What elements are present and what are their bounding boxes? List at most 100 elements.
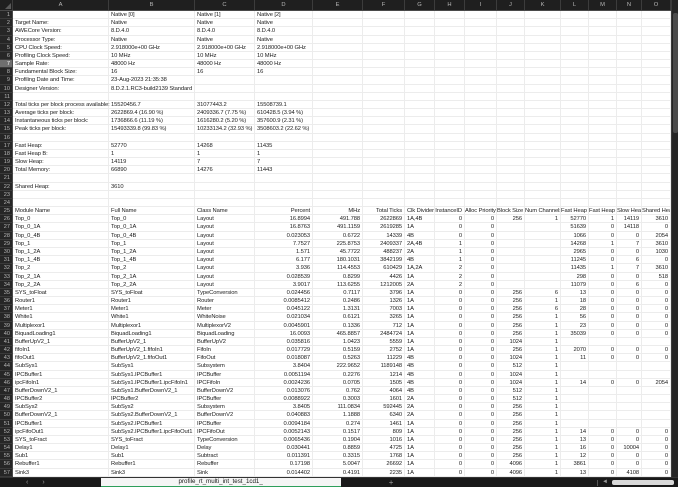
cell[interactable]: 0 xyxy=(642,330,671,338)
cell[interactable] xyxy=(497,44,525,52)
cell[interactable] xyxy=(561,150,589,158)
cell[interactable]: AWECore Version: xyxy=(13,27,109,35)
column-header[interactable]: J xyxy=(497,0,525,10)
cell[interactable] xyxy=(617,420,642,428)
cell[interactable]: 4426 xyxy=(363,273,405,281)
cell[interactable] xyxy=(465,101,497,109)
cell[interactable]: TypeConversion xyxy=(195,436,255,444)
cell[interactable]: Profiling Clock Speed: xyxy=(13,52,109,60)
cell[interactable]: ipcFifoOut1 xyxy=(13,428,109,436)
cell[interactable] xyxy=(195,93,255,101)
cell[interactable]: 14 xyxy=(561,379,589,387)
cell[interactable]: 0 xyxy=(435,403,465,411)
column-header[interactable]: A xyxy=(13,0,109,10)
cell[interactable] xyxy=(642,166,671,174)
cell[interactable]: 592445 xyxy=(363,403,405,411)
cell[interactable] xyxy=(642,362,671,370)
column-header[interactable]: F xyxy=(363,0,405,10)
cell[interactable]: 0 xyxy=(642,281,671,289)
column-header[interactable]: L xyxy=(561,0,589,10)
cell[interactable] xyxy=(465,109,497,117)
cell[interactable]: Layout xyxy=(195,273,255,281)
add-sheet-button[interactable]: + xyxy=(381,478,402,487)
cell[interactable]: 1 xyxy=(525,436,561,444)
cell[interactable] xyxy=(435,27,465,35)
cell[interactable]: 1A xyxy=(405,305,435,313)
cell[interactable]: 0 xyxy=(589,330,617,338)
cell[interactable] xyxy=(313,11,363,19)
cell[interactable]: Total ticks per block process available: xyxy=(13,101,109,109)
cell[interactable]: 0 xyxy=(642,313,671,321)
cell[interactable]: Meter1 xyxy=(13,305,109,313)
cell[interactable] xyxy=(617,60,642,68)
cell[interactable]: 1 xyxy=(525,362,561,370)
row-header[interactable]: 31 xyxy=(0,256,13,264)
cell[interactable] xyxy=(465,166,497,174)
cell[interactable]: 1616280.2 (5.20 %) xyxy=(195,117,255,125)
cell[interactable] xyxy=(313,125,363,133)
cell[interactable]: 1A xyxy=(405,436,435,444)
cell[interactable]: 11079 xyxy=(561,281,589,289)
cell[interactable]: 4B xyxy=(405,354,435,362)
cell[interactable] xyxy=(589,183,617,191)
cell[interactable] xyxy=(363,93,405,101)
row-header[interactable]: 37 xyxy=(0,305,13,313)
cell[interactable] xyxy=(13,174,109,182)
cell[interactable] xyxy=(617,395,642,403)
cell[interactable]: 4B xyxy=(405,379,435,387)
cell[interactable] xyxy=(435,36,465,44)
cell[interactable]: 0 xyxy=(642,346,671,354)
cell[interactable] xyxy=(617,174,642,182)
row-header[interactable]: 39 xyxy=(0,322,13,330)
cell[interactable]: 1 xyxy=(589,215,617,223)
cell[interactable] xyxy=(363,76,405,84)
cell[interactable]: 0.045122 xyxy=(255,305,313,313)
cell[interactable]: Top_0 xyxy=(109,215,195,223)
cell[interactable] xyxy=(525,68,561,76)
cell[interactable]: 0 xyxy=(465,232,497,240)
cell[interactable]: 15493339.8 (99.83 %) xyxy=(109,125,195,133)
cell[interactable]: Rebuffer1 xyxy=(13,460,109,468)
cell[interactable] xyxy=(109,134,195,142)
cell[interactable] xyxy=(589,60,617,68)
cell[interactable]: 0 xyxy=(589,289,617,297)
row-header[interactable]: 32 xyxy=(0,264,13,272)
cell[interactable]: SYS_toFloat xyxy=(13,289,109,297)
cell[interactable]: 0 xyxy=(589,354,617,362)
cell[interactable] xyxy=(589,27,617,35)
cell[interactable] xyxy=(617,199,642,207)
cell[interactable]: 1024 xyxy=(497,379,525,387)
cell[interactable] xyxy=(561,125,589,133)
cell[interactable]: Full Name xyxy=(109,207,195,215)
cell[interactable] xyxy=(561,174,589,182)
row-header[interactable]: 4 xyxy=(0,36,13,44)
cell[interactable] xyxy=(405,199,435,207)
cell[interactable] xyxy=(435,125,465,133)
cell[interactable]: 0.013076 xyxy=(255,387,313,395)
cell[interactable] xyxy=(465,52,497,60)
cell[interactable]: Sub1 xyxy=(109,452,195,460)
cell[interactable]: Top_1_4B xyxy=(13,256,109,264)
cell[interactable]: BufferUpV2_1 xyxy=(109,338,195,346)
cell[interactable]: 0 xyxy=(465,338,497,346)
cell[interactable] xyxy=(497,68,525,76)
cell[interactable]: 14339 xyxy=(363,232,405,240)
cell[interactable]: Subsystem xyxy=(195,362,255,370)
cell[interactable]: Shared Heap: xyxy=(13,183,109,191)
cell[interactable]: FifoOut xyxy=(195,354,255,362)
cell[interactable] xyxy=(195,85,255,93)
cell[interactable] xyxy=(525,52,561,60)
cell[interactable]: 3.8405 xyxy=(255,403,313,411)
cell[interactable] xyxy=(497,273,525,281)
cell[interactable]: 1024 xyxy=(497,371,525,379)
cell[interactable]: 0 xyxy=(465,395,497,403)
cell[interactable]: 0 xyxy=(465,436,497,444)
row-header[interactable]: 1 xyxy=(0,11,13,19)
cell[interactable]: Layout xyxy=(195,223,255,231)
row-header[interactable]: 55 xyxy=(0,452,13,460)
cell[interactable]: 1 xyxy=(525,346,561,354)
cell[interactable]: IPCBuffer1 xyxy=(13,371,109,379)
cell[interactable] xyxy=(589,420,617,428)
cell[interactable] xyxy=(313,27,363,35)
cell[interactable]: IPCFifoOut xyxy=(195,428,255,436)
